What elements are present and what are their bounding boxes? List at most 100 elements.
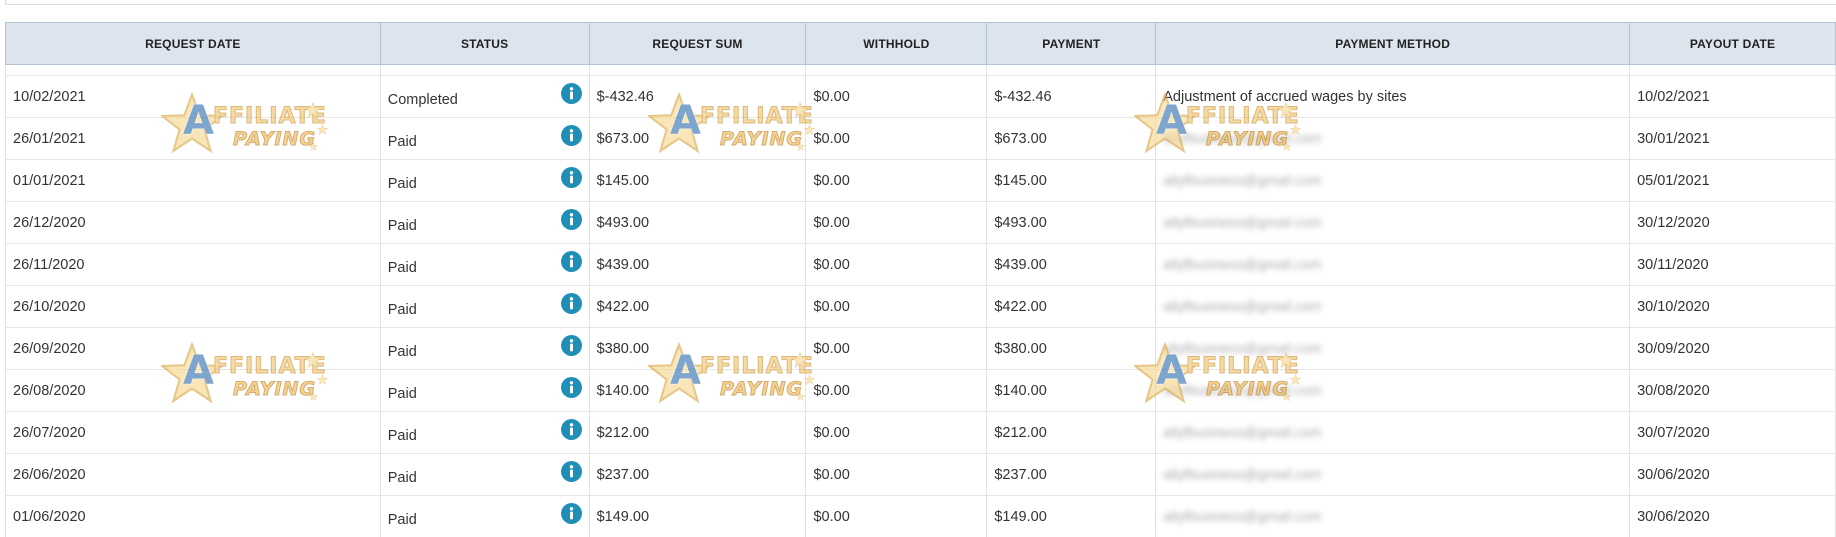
request-sum: $149.00	[596, 508, 650, 525]
request-sum-cell: $140.00	[588, 369, 807, 412]
payment-method-cell: allyfbusiness@gmail.com	[1155, 453, 1631, 496]
payment-method: allyfbusiness@gmail.com	[1163, 424, 1322, 440]
withhold: $0.00	[813, 256, 850, 273]
request-sum: $212.00	[596, 424, 650, 441]
request-date: 10/02/2021	[13, 88, 86, 105]
withhold: $0.00	[813, 382, 850, 399]
payout-date-cell: 30/08/2020	[1629, 369, 1836, 412]
payment-method: Adjustment of accrued wages by sites	[1163, 88, 1407, 105]
status-cell: Paid	[379, 285, 590, 328]
request-date: 26/11/2020	[13, 256, 85, 273]
payout-date-cell: 30/01/2021	[1629, 117, 1836, 160]
info-circle-icon[interactable]	[560, 251, 582, 272]
withhold-cell: $0.00	[805, 285, 988, 328]
table-row: 26/10/2020 Paid $422.00 $0.00 $422.00 allyfbu…	[5, 285, 1836, 328]
payment-method-cell: allyfbusiness@gmail.com	[1155, 243, 1631, 286]
table-body: 10/02/2021 Completed $-432.46 $0.00 $-432.46…	[5, 75, 1836, 537]
info-circle-icon[interactable]	[560, 461, 582, 482]
withhold: $0.00	[813, 466, 850, 483]
status-label: Paid	[387, 301, 417, 318]
request-sum: $439.00	[596, 256, 650, 273]
payout-date-cell: 30/12/2020	[1629, 201, 1836, 244]
info-circle-icon[interactable]	[560, 209, 582, 230]
payout-date: 30/12/2020	[1637, 214, 1710, 231]
payment: $673.00	[994, 130, 1047, 147]
payout-date-cell: 30/10/2020	[1629, 285, 1836, 328]
status-label: Paid	[387, 469, 417, 486]
payment-method: allyfbusiness@gmail.com	[1163, 466, 1322, 482]
column-header-payment[interactable]: PAYMENT	[986, 22, 1157, 65]
request-date-cell: 26/10/2020	[5, 285, 381, 328]
payment-method-cell: allyfbusiness@gmail.com	[1155, 201, 1631, 244]
payment-cell: $380.00	[986, 327, 1157, 370]
payout-date-cell: 30/11/2020	[1629, 243, 1836, 286]
table-row: 26/09/2020 Paid $380.00 $0.00 $380.00 allyfbu…	[5, 327, 1836, 370]
info-circle-icon[interactable]	[560, 83, 582, 104]
payment-cell: $212.00	[986, 411, 1157, 454]
info-circle-icon[interactable]	[560, 503, 582, 524]
payment: $380.00	[994, 340, 1047, 357]
table-row: 26/08/2020 Paid $140.00 $0.00 $140.00 allyfbu…	[5, 369, 1836, 412]
info-circle-icon[interactable]	[560, 125, 582, 146]
payout-date: 30/07/2020	[1637, 424, 1710, 441]
payment-method: allyfbusiness@gmail.com	[1163, 508, 1322, 524]
top-panel-edge	[5, 0, 1836, 5]
column-header-payment-method[interactable]: PAYMENT METHOD	[1155, 22, 1631, 65]
request-sum: $-432.46	[596, 88, 654, 105]
status-cell: Paid	[379, 453, 590, 496]
payment-method-cell: allyfbusiness@gmail.com	[1155, 159, 1631, 202]
payment-cell: $493.00	[986, 201, 1157, 244]
table-row: 26/01/2021 Paid $673.00 $0.00 $673.00 allyfbu…	[5, 117, 1836, 160]
request-date: 26/06/2020	[13, 466, 86, 483]
payout-date: 30/09/2020	[1637, 340, 1710, 357]
status-cell: Paid	[379, 117, 590, 160]
request-date-cell: 01/06/2020	[5, 495, 381, 537]
info-circle-icon[interactable]	[560, 293, 582, 314]
payout-date-cell: 30/09/2020	[1629, 327, 1836, 370]
info-circle-icon[interactable]	[560, 419, 582, 440]
column-header-request-date[interactable]: REQUEST DATE	[5, 22, 381, 65]
column-header-request-sum[interactable]: REQUEST SUM	[588, 22, 807, 65]
payout-date-cell: 05/01/2021	[1629, 159, 1836, 202]
withhold-cell: $0.00	[805, 369, 988, 412]
request-sum: $380.00	[596, 340, 650, 357]
column-header-payout-date[interactable]: PAYOUT DATE	[1629, 22, 1836, 65]
payment-method-cell: Adjustment of accrued wages by sites	[1155, 75, 1631, 118]
status-label: Paid	[387, 217, 417, 234]
table-row: 26/12/2020 Paid $493.00 $0.00 $493.00 allyfbu…	[5, 201, 1836, 244]
payment-cell: $237.00	[986, 453, 1157, 496]
payout-date: 30/11/2020	[1637, 256, 1709, 273]
table-row: 26/06/2020 Paid $237.00 $0.00 $237.00 allyfbu…	[5, 453, 1836, 496]
info-circle-icon[interactable]	[560, 167, 582, 188]
payment: $493.00	[994, 214, 1047, 231]
request-sum: $493.00	[596, 214, 650, 231]
column-header-status[interactable]: STATUS	[379, 22, 590, 65]
info-circle-icon[interactable]	[560, 335, 582, 356]
request-date-cell: 26/08/2020	[5, 369, 381, 412]
request-sum: $237.00	[596, 466, 650, 483]
request-date: 26/09/2020	[13, 340, 86, 357]
payment-method: allyfbusiness@gmail.com	[1163, 256, 1322, 272]
status-label: Paid	[387, 175, 417, 192]
status-label: Paid	[387, 259, 417, 276]
payout-history-page: REQUEST DATE STATUS REQUEST SUM WITHHOLD…	[0, 0, 1836, 537]
request-date: 26/08/2020	[13, 382, 86, 399]
withhold-cell: $0.00	[805, 411, 988, 454]
payout-date-cell: 30/06/2020	[1629, 453, 1836, 496]
request-sum-cell: $439.00	[588, 243, 807, 286]
request-date: 01/01/2021	[13, 172, 86, 189]
payout-date-cell: 10/02/2021	[1629, 75, 1836, 118]
table-header-row: REQUEST DATE STATUS REQUEST SUM WITHHOLD…	[5, 22, 1836, 65]
payment-method: allyfbusiness@gmail.com	[1163, 298, 1322, 314]
payment: $-432.46	[994, 88, 1052, 105]
withhold-cell: $0.00	[805, 201, 988, 244]
info-circle-icon[interactable]	[560, 377, 582, 398]
payment-cell: $-432.46	[986, 75, 1157, 118]
column-header-withhold[interactable]: WITHHOLD	[805, 22, 988, 65]
payout-date: 30/01/2021	[1637, 130, 1710, 147]
payout-date: 10/02/2021	[1637, 88, 1710, 105]
status-label: Paid	[387, 385, 417, 402]
request-sum-cell: $149.00	[588, 495, 807, 537]
payment-cell: $145.00	[986, 159, 1157, 202]
status-cell: Paid	[379, 159, 590, 202]
